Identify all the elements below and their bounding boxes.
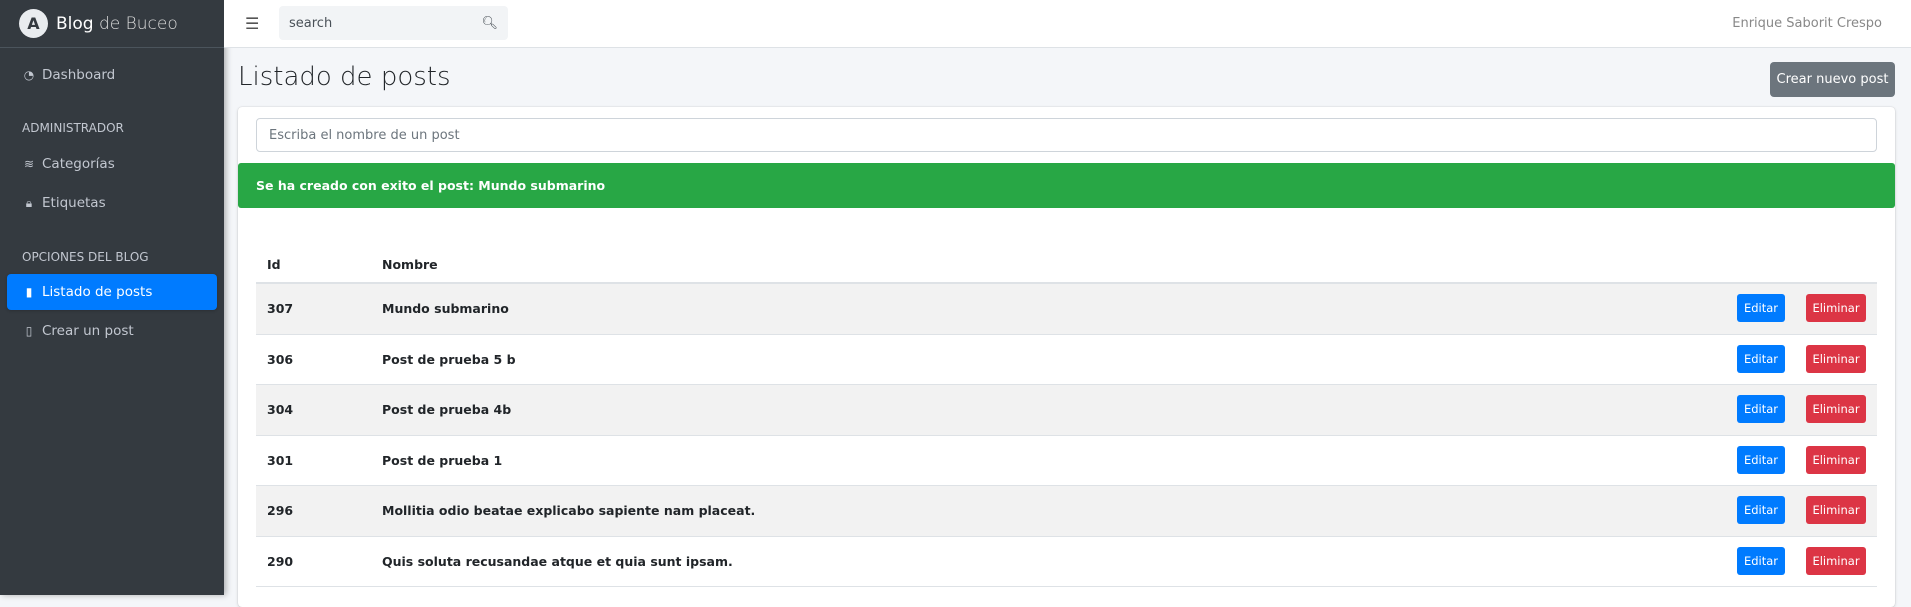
table-row: 304 Post de prueba 4b Editar Eliminar: [256, 385, 1877, 436]
clipboard-icon: ▮: [25, 285, 33, 299]
table-row: 301 Post de prueba 1 Editar Eliminar: [256, 436, 1877, 486]
search-input[interactable]: search 🔍︎: [279, 6, 508, 40]
delete-button[interactable]: Eliminar: [1806, 395, 1866, 423]
lock-icon: 🔒︎: [25, 195, 33, 210]
table-row: 306 Post de prueba 5 b Editar Eliminar: [256, 335, 1877, 385]
search-icon[interactable]: 🔍︎: [481, 16, 498, 31]
sidebar-item-crear[interactable]: ▯ Crear un post: [7, 313, 217, 349]
sidebar-item-label: Etiquetas: [42, 195, 106, 211]
nav-header-blog: OPCIONES DEL BLOG: [22, 250, 149, 264]
table-header: Id Nombre: [256, 247, 1877, 284]
post-id: 306: [267, 351, 294, 367]
logo-icon: A: [19, 9, 48, 38]
delete-button[interactable]: Eliminar: [1806, 496, 1866, 524]
edit-button[interactable]: Editar: [1737, 395, 1785, 423]
delete-button[interactable]: Eliminar: [1806, 294, 1866, 322]
file-icon: ▯: [25, 324, 33, 338]
sidebar-item-label: Dashboard: [42, 67, 116, 83]
edit-button[interactable]: Editar: [1737, 294, 1785, 322]
brand-name: Blog: [56, 13, 94, 34]
dashboard-icon: ◔: [23, 68, 35, 82]
layers-icon: ≋: [23, 157, 35, 171]
table-row: 307 Mundo submarino Editar Eliminar: [256, 284, 1877, 335]
sidebar-item-label: Crear un post: [42, 323, 134, 339]
edit-button[interactable]: Editar: [1737, 496, 1785, 524]
post-name: Post de prueba 4b: [382, 402, 512, 418]
post-id: 296: [267, 503, 294, 519]
sidebar-item-label: Listado de posts: [42, 284, 153, 300]
menu-toggle-icon[interactable]: ☰: [245, 14, 259, 33]
create-post-button[interactable]: Crear nuevo post: [1770, 62, 1895, 97]
posts-card: Escriba el nombre de un post Se ha cread…: [238, 107, 1895, 607]
user-name[interactable]: Enrique Saborit Crespo: [1732, 16, 1882, 31]
search-placeholder: search: [289, 15, 333, 31]
post-name: Quis soluta recusandae atque et quia sun…: [382, 553, 733, 569]
sidebar-item-dashboard[interactable]: ◔ Dashboard: [7, 57, 217, 93]
sidebar-item-listado[interactable]: ▮ Listado de posts: [7, 274, 217, 310]
post-id: 307: [267, 301, 294, 317]
posts-table: Id Nombre 307 Mundo submarino Editar Elimin…: [256, 247, 1877, 587]
sidebar: A Blog de Buceo ◔ Dashboard ADMINISTRADOR…: [0, 0, 224, 595]
edit-button[interactable]: Editar: [1737, 445, 1785, 474]
post-name: Mollitia odio beatae explicabo sapiente …: [382, 503, 756, 519]
delete-button[interactable]: Eliminar: [1806, 344, 1866, 373]
success-alert: Se ha creado con exito el post: Mundo su…: [238, 163, 1895, 208]
post-name: Mundo submarino: [382, 301, 509, 317]
page-title: Listado de posts: [238, 62, 451, 92]
topbar: ☰ search 🔍︎ Enrique Saborit Crespo: [224, 0, 1911, 48]
post-id: 304: [267, 402, 294, 418]
brand-link[interactable]: A Blog de Buceo: [0, 0, 224, 48]
delete-button[interactable]: Eliminar: [1806, 445, 1866, 474]
brand-name-light: de Buceo: [98, 13, 178, 34]
post-filter-input[interactable]: Escriba el nombre de un post: [256, 118, 1877, 152]
delete-button[interactable]: Eliminar: [1806, 546, 1866, 575]
table-row: 290 Quis soluta recusandae atque et quia …: [256, 537, 1877, 587]
edit-button[interactable]: Editar: [1737, 344, 1785, 373]
table-row: 296 Mollitia odio beatae explicabo sapien…: [256, 486, 1877, 537]
post-id: 290: [267, 553, 294, 569]
sidebar-item-etiquetas[interactable]: 🔒︎ Etiquetas: [7, 185, 217, 221]
sidebar-item-label: Categorías: [42, 156, 115, 172]
post-name: Post de prueba 5 b: [382, 351, 516, 367]
nav-header-admin: ADMINISTRADOR: [22, 121, 124, 135]
edit-button[interactable]: Editar: [1737, 546, 1785, 575]
header-id: Id: [267, 257, 281, 272]
sidebar-item-categorias[interactable]: ≋ Categorías: [7, 146, 217, 182]
header-nombre: Nombre: [382, 257, 438, 272]
post-id: 301: [267, 452, 294, 468]
post-name: Post de prueba 1: [382, 452, 503, 468]
